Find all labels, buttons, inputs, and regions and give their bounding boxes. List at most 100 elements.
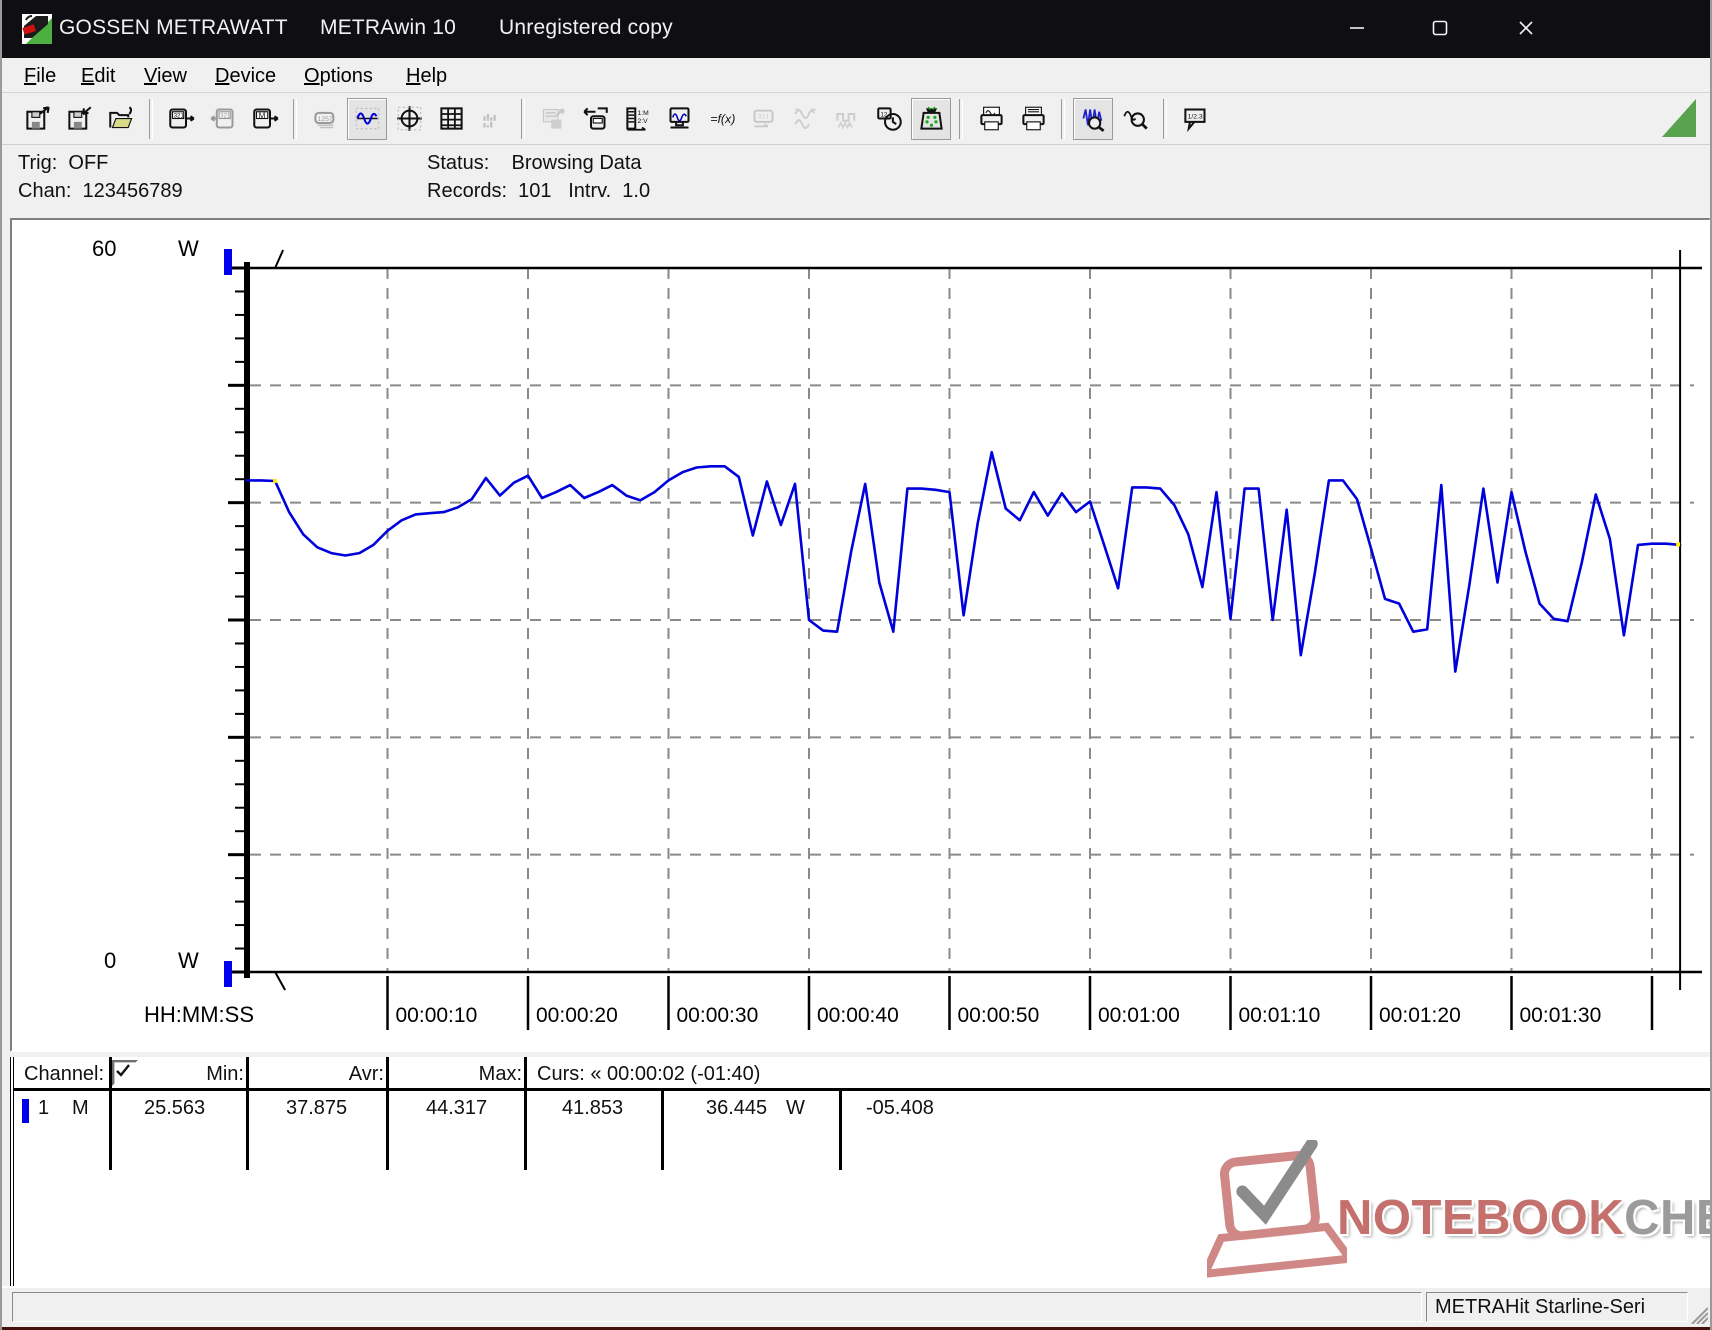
device-display-button: 321 (743, 98, 783, 140)
save-as-button[interactable] (17, 98, 57, 140)
title-bar: GOSSEN METRAWATT METRAwin 10 Unregistere… (2, 0, 1710, 58)
app-title: METRAwin 10 (320, 16, 456, 40)
max-value: 44.317 (426, 1097, 487, 1120)
print-button[interactable] (1013, 98, 1053, 140)
device-321-icon: 321 (750, 105, 777, 132)
trigger-status: Trig: OFF (18, 152, 108, 175)
clock-icon: 12 (876, 105, 903, 132)
xy-view-button[interactable] (389, 98, 429, 140)
chart-panel[interactable]: 00:00:1000:00:2000:00:3000:00:4000:00:50… (10, 218, 1711, 1052)
table-divider (524, 1057, 527, 1170)
device-read-icon: 321 (168, 105, 195, 132)
live-monitor-button[interactable] (659, 98, 699, 140)
menu-bar: File Edit View Device Options Help (2, 58, 1710, 93)
cursor2-unit: W (786, 1097, 805, 1120)
open-icon (108, 105, 135, 132)
print-preview-button[interactable] (971, 98, 1011, 140)
graph-view-button[interactable] (347, 98, 387, 140)
records-status: Records: 101 Intrv. 1.0 (427, 180, 650, 203)
x-tick-label: 00:01:20 (1379, 1004, 1461, 1027)
x-tick-label: 00:00:20 (536, 1004, 618, 1027)
header-avr: Avr: (254, 1057, 384, 1091)
menu-device[interactable]: Device (209, 63, 282, 90)
close-icon (1518, 20, 1534, 36)
channel-number: 1 (38, 1097, 49, 1120)
x-tick-label: 00:01:00 (1098, 1004, 1180, 1027)
minimize-icon (1349, 20, 1365, 36)
crosshair-icon (396, 105, 423, 132)
app-logo-icon (22, 14, 52, 44)
table-icon (438, 105, 465, 132)
serial-monitor-button: 1257 (305, 98, 345, 140)
channel-checkbox[interactable] (112, 1060, 138, 1086)
chan-label: Chan: (18, 180, 71, 202)
interval-value: 1.0 (622, 180, 650, 202)
license-label: Unregistered copy (499, 16, 673, 40)
table-divider (386, 1057, 389, 1170)
brand-title: GOSSEN METRAWATT (59, 16, 288, 40)
table-divider (661, 1091, 664, 1170)
read-device-memory-button[interactable]: M (245, 98, 285, 140)
info-strip: Trig: OFF Chan: 123456789 Status: Browsi… (2, 146, 1710, 212)
device-memory-icon: M (252, 105, 279, 132)
channel-setup-button[interactable]: 1:M2:V (617, 98, 657, 140)
svg-text:321: 321 (173, 112, 184, 119)
x-tick-label: 00:01:10 (1239, 1004, 1321, 1027)
minimize-button[interactable] (1334, 8, 1380, 48)
menu-options[interactable]: Options (298, 63, 379, 90)
zoom-amplitude-button[interactable] (1115, 98, 1155, 140)
corner-resize-triangle[interactable] (1662, 99, 1696, 137)
menu-file[interactable]: File (18, 63, 62, 90)
table-divider (839, 1091, 842, 1170)
histogram-icon (480, 105, 507, 132)
channel1-power-trace (247, 452, 1680, 671)
table-header-row: Channel: Min: Avr: Max: Curs: « 00:00:02… (14, 1057, 1711, 1091)
toolbar: 321 321 M 1257 1:M2:V =f(x) 321 12 1/2.3 (2, 93, 1710, 145)
save-button[interactable] (59, 98, 99, 140)
graph-icon (354, 105, 381, 132)
x-tick-label: 00:00:50 (958, 1004, 1040, 1027)
read-from-device-button[interactable]: 321 (161, 98, 201, 140)
annotation-button[interactable]: 1/2.3 (1175, 98, 1215, 140)
x-axis-label: HH:MM:SS (144, 1002, 254, 1028)
acquisition-status: Status: Browsing Data (427, 152, 642, 175)
resize-grip[interactable] (1686, 1302, 1708, 1324)
menu-view[interactable]: View (138, 63, 193, 90)
save-icon (66, 105, 93, 132)
histogram-view-button (473, 98, 513, 140)
maximize-icon (1432, 20, 1448, 36)
save-as-icon (24, 105, 51, 132)
write-to-device-button: 321 (203, 98, 243, 140)
store-to-device-button[interactable] (575, 98, 615, 140)
maximize-button[interactable] (1417, 8, 1463, 48)
close-button[interactable] (1503, 8, 1549, 48)
check-icon (114, 1062, 132, 1080)
measurement-table: Channel: Min: Avr: Max: Curs: « 00:00:02… (10, 1057, 1711, 1286)
menu-help[interactable]: Help (400, 63, 453, 90)
svg-text:321: 321 (757, 114, 769, 121)
channel-marker-bottom (224, 961, 232, 987)
formula-button[interactable]: =f(x) (701, 98, 741, 140)
print-graph-icon (978, 105, 1005, 132)
toolbar-separator (1061, 99, 1065, 139)
device-status-button[interactable] (911, 98, 951, 140)
svg-text:1/2.3: 1/2.3 (1187, 114, 1202, 121)
menu-edit[interactable]: Edit (75, 63, 121, 90)
zoom-time-button[interactable] (1073, 98, 1113, 140)
device-name-panel: METRAHit Starline-Seri (1426, 1292, 1688, 1322)
zoom-time-icon (1080, 105, 1107, 132)
trig-value: OFF (68, 152, 108, 174)
toolbar-separator (1163, 99, 1167, 139)
power-line-chart[interactable]: 00:00:1000:00:2000:00:3000:00:4000:00:50… (12, 220, 1709, 1050)
export-config-button (533, 98, 573, 140)
svg-text:321: 321 (220, 112, 231, 119)
trig-label: Trig: (18, 152, 57, 174)
y-unit-top-label: W (178, 236, 199, 262)
table-view-button[interactable] (431, 98, 471, 140)
metrawin-window: GOSSEN METRAWATT METRAwin 10 Unregistere… (0, 0, 1712, 1330)
cursor1-mark[interactable] (275, 250, 283, 268)
chan-value: 123456789 (83, 180, 183, 202)
schedule-button[interactable]: 12 (869, 98, 909, 140)
x-tick-label: 00:00:10 (396, 1004, 478, 1027)
open-button[interactable] (101, 98, 141, 140)
